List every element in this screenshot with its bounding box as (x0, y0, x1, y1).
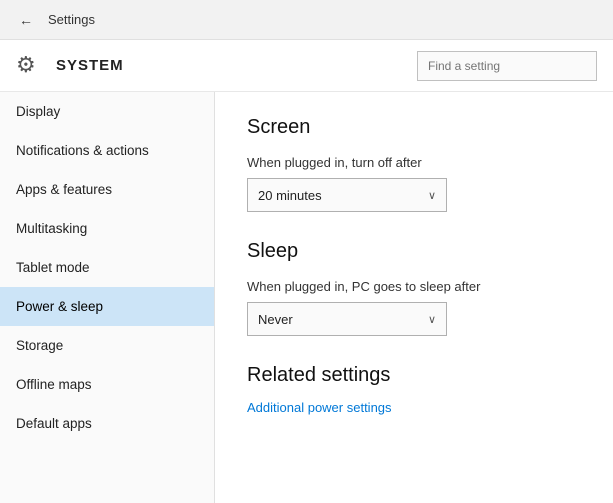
header-bar: ⚙ SYSTEM (0, 40, 613, 92)
sleep-field-label: When plugged in, PC goes to sleep after (247, 279, 581, 294)
screen-title: Screen (247, 116, 581, 139)
content-area: Display Notifications & actions Apps & f… (0, 92, 613, 503)
screen-dropdown[interactable]: 20 minutes ∨ (247, 178, 447, 212)
sidebar-item-power[interactable]: Power & sleep (0, 287, 214, 326)
sleep-section: Sleep When plugged in, PC goes to sleep … (247, 240, 581, 336)
sidebar-item-multitasking[interactable]: Multitasking (0, 209, 214, 248)
related-settings-title: Related settings (247, 364, 581, 387)
title-bar: ← Settings (0, 0, 613, 40)
sidebar-item-storage[interactable]: Storage (0, 326, 214, 365)
sidebar-item-default-apps[interactable]: Default apps (0, 404, 214, 443)
title-bar-text: Settings (48, 12, 95, 27)
search-input[interactable] (417, 51, 597, 81)
gear-icon: ⚙ (16, 52, 44, 80)
sleep-dropdown-chevron-icon: ∨ (428, 313, 436, 326)
sidebar-item-display[interactable]: Display (0, 92, 214, 131)
back-icon: ← (19, 12, 33, 28)
sleep-dropdown[interactable]: Never ∨ (247, 302, 447, 336)
system-title: SYSTEM (56, 57, 417, 74)
additional-power-settings-link[interactable]: Additional power settings (247, 400, 392, 415)
sidebar-item-offline-maps[interactable]: Offline maps (0, 365, 214, 404)
screen-section: Screen When plugged in, turn off after 2… (247, 116, 581, 212)
sidebar-item-apps[interactable]: Apps & features (0, 170, 214, 209)
sidebar-item-tablet[interactable]: Tablet mode (0, 248, 214, 287)
sleep-dropdown-value: Never (258, 312, 293, 327)
main-content: Screen When plugged in, turn off after 2… (215, 92, 613, 503)
screen-field-label: When plugged in, turn off after (247, 155, 581, 170)
sleep-title: Sleep (247, 240, 581, 263)
settings-window: ← Settings ⚙ SYSTEM Display Notification… (0, 0, 613, 503)
screen-dropdown-value: 20 minutes (258, 188, 322, 203)
screen-dropdown-chevron-icon: ∨ (428, 189, 436, 202)
sidebar: Display Notifications & actions Apps & f… (0, 92, 215, 503)
sidebar-item-notifications[interactable]: Notifications & actions (0, 131, 214, 170)
related-settings-section: Related settings Additional power settin… (247, 364, 581, 417)
back-button[interactable]: ← (12, 6, 40, 34)
